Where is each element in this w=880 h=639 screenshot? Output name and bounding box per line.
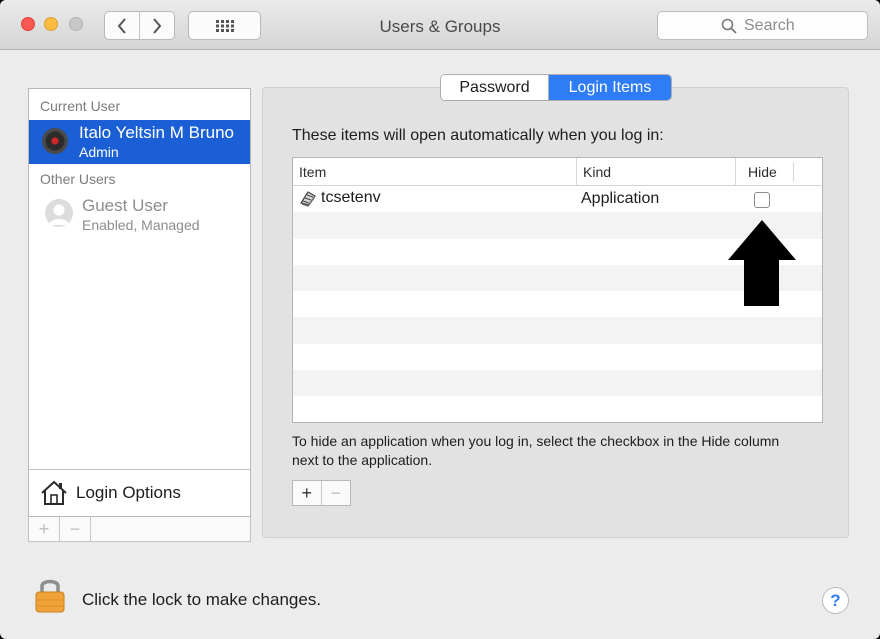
- table-row: [293, 344, 822, 370]
- user-name: Italo Yeltsin M Bruno: [79, 123, 234, 142]
- sidebar-item-current-user[interactable]: Italo Yeltsin M Bruno Admin: [29, 120, 250, 164]
- hide-checkbox[interactable]: [754, 192, 770, 208]
- sidebar-toolbar: + −: [28, 517, 251, 542]
- user-role: Admin: [79, 144, 119, 160]
- help-button[interactable]: ?: [822, 587, 849, 614]
- annotation-arrow-icon: [728, 220, 796, 306]
- tab-login-items[interactable]: Login Items: [549, 75, 671, 100]
- table-row: [293, 317, 822, 344]
- table-row: [293, 396, 822, 422]
- kind-cell: Application: [581, 190, 660, 207]
- remove-user-button[interactable]: −: [60, 517, 91, 541]
- column-header-item[interactable]: Item: [293, 158, 576, 186]
- lock-icon[interactable]: [34, 576, 66, 614]
- table-row: [293, 370, 822, 397]
- item-name: tcsetenv: [321, 189, 381, 206]
- login-options-button[interactable]: Login Options: [29, 470, 250, 516]
- search-icon: [721, 18, 737, 34]
- table-header: Item Kind Hide: [293, 158, 822, 186]
- guest-user-name: Guest User: [82, 196, 168, 215]
- tab-bar: Password Login Items: [440, 74, 672, 101]
- guest-avatar-icon: [45, 199, 73, 227]
- remove-login-item-button[interactable]: −: [322, 481, 350, 505]
- other-users-header: Other Users: [40, 171, 116, 187]
- table-row[interactable]: tcsetenv Application: [293, 186, 822, 212]
- login-options-label: Login Options: [76, 483, 181, 502]
- hide-instructions: To hide an application when you log in, …: [292, 433, 780, 468]
- house-icon: [41, 480, 67, 505]
- title-bar: Users & Groups: [0, 0, 880, 50]
- column-header-hide[interactable]: Hide: [735, 158, 822, 186]
- users-groups-window: Users & Groups Current User Italo Yeltsi…: [0, 0, 880, 639]
- search-field[interactable]: [657, 11, 868, 40]
- item-cell: tcsetenv: [299, 189, 381, 207]
- login-items-intro: These items will open automatically when…: [292, 127, 664, 144]
- add-login-item-button[interactable]: +: [293, 481, 322, 505]
- column-header-kind[interactable]: Kind: [576, 158, 735, 186]
- avatar: [42, 128, 68, 154]
- lock-message: Click the lock to make changes.: [82, 590, 322, 609]
- search-input[interactable]: [744, 16, 804, 35]
- guest-user-status: Enabled, Managed: [82, 217, 200, 233]
- tab-password[interactable]: Password: [441, 75, 549, 100]
- users-sidebar: Current User Italo Yeltsin M Bruno Admin…: [28, 88, 251, 517]
- login-items-toolbar: + −: [292, 480, 351, 506]
- tcsetenv-app-icon: [300, 191, 316, 207]
- add-user-button[interactable]: +: [29, 517, 60, 541]
- sidebar-item-guest-user[interactable]: Guest User Enabled, Managed: [29, 193, 250, 237]
- current-user-header: Current User: [40, 98, 121, 114]
